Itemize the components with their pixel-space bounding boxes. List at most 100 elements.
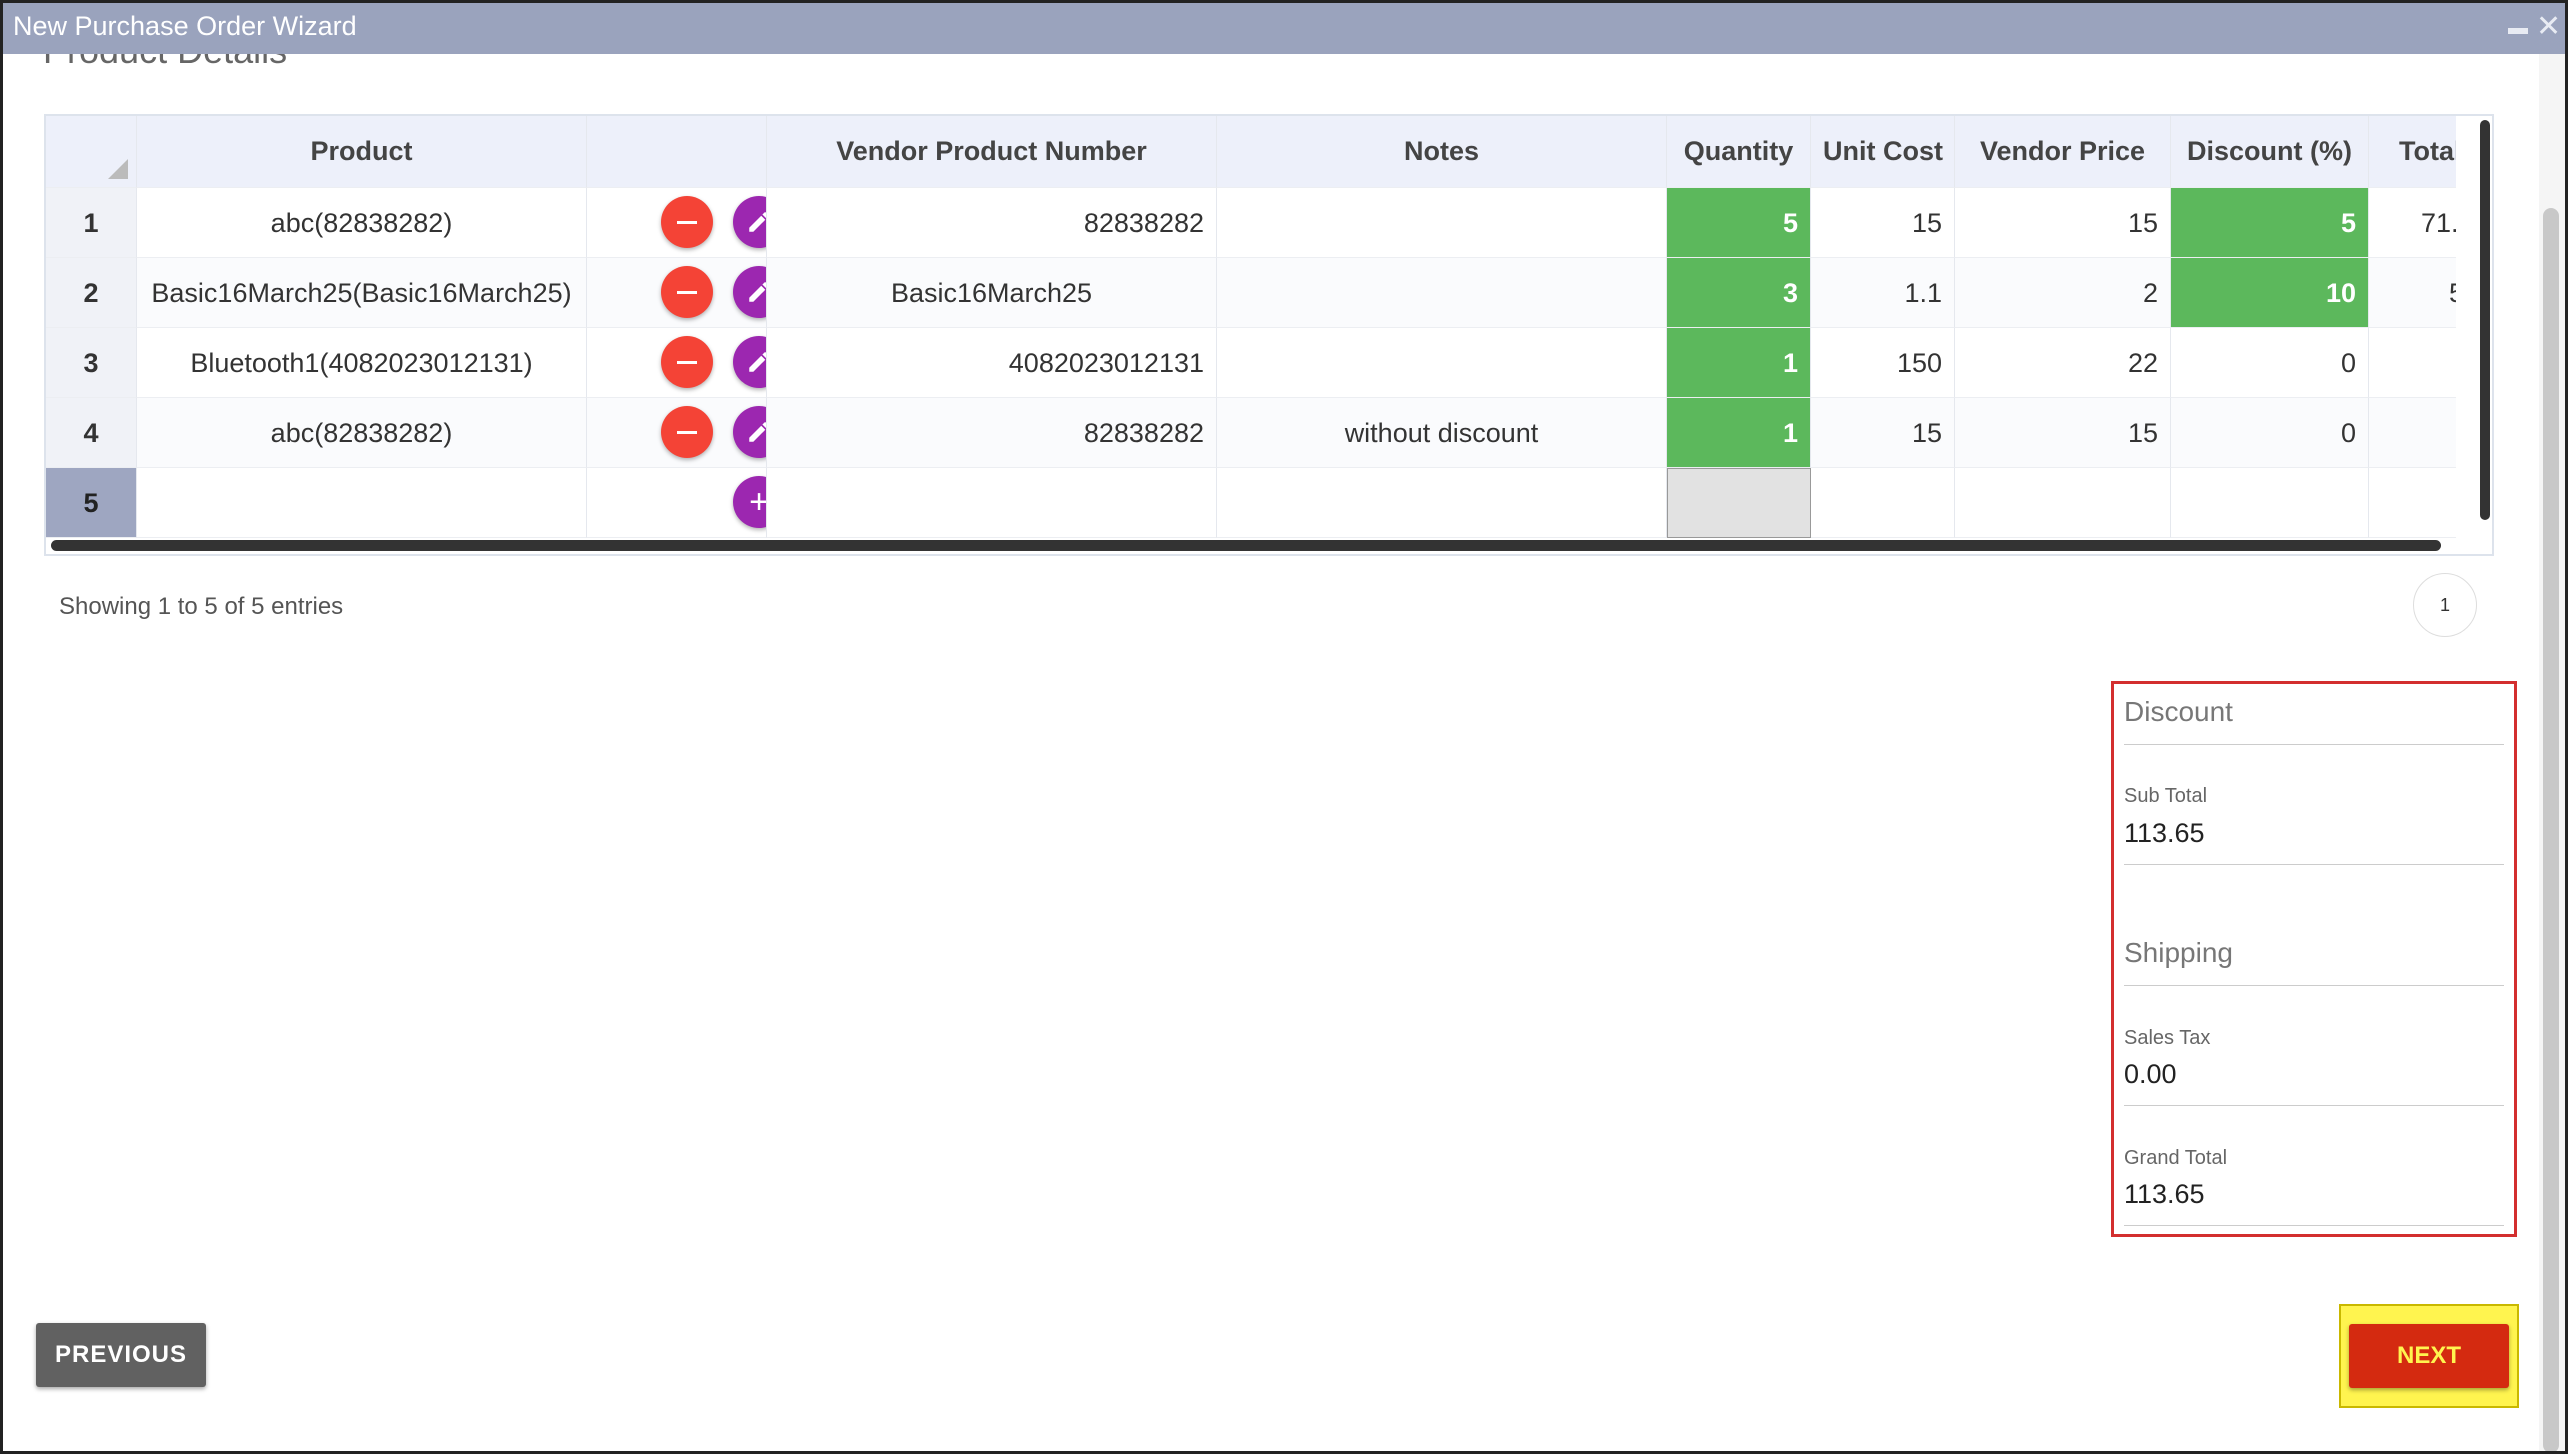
vendor-product-number-cell[interactable]: Basic16March25: [767, 258, 1217, 328]
row-number[interactable]: 2: [46, 258, 137, 328]
sales-tax-label: Sales Tax: [2124, 1027, 2211, 1049]
divider: [2124, 1225, 2504, 1226]
row-actions: [587, 328, 767, 398]
unit-cost-cell[interactable]: 15: [1811, 398, 1955, 468]
vendor-product-number-cell[interactable]: 4082023012131: [767, 328, 1217, 398]
quantity-cell[interactable]: [1667, 468, 1811, 538]
section-title: Product Details: [43, 54, 287, 71]
grid-viewport: Product Vendor Product Number Notes Quan…: [46, 116, 2456, 546]
row-actions: [587, 258, 767, 328]
quantity-cell[interactable]: 5: [1667, 188, 1811, 258]
total-cell: [2369, 468, 2456, 538]
edit-row-button[interactable]: [733, 406, 766, 458]
row-number[interactable]: 4: [46, 398, 137, 468]
col-header-discount[interactable]: Discount (%): [2171, 116, 2369, 188]
shipping-heading[interactable]: Shipping: [2124, 937, 2233, 969]
discount-cell[interactable]: 5: [2171, 188, 2369, 258]
purchase-order-wizard-window: New Purchase Order Wizard ▬ ✕ Product De…: [0, 0, 2568, 1454]
notes-cell[interactable]: [1217, 188, 1667, 258]
row-actions: [587, 398, 767, 468]
product-cell[interactable]: Basic16March25(Basic16March25): [137, 258, 587, 328]
minus-icon: [677, 220, 697, 224]
pencil-icon: [749, 282, 766, 302]
col-header-actions: [587, 116, 767, 188]
page-scrollbar-thumb[interactable]: [2543, 208, 2559, 1451]
unit-cost-cell[interactable]: 15: [1811, 188, 1955, 258]
vendor-product-number-cell[interactable]: [767, 468, 1217, 538]
row-number[interactable]: 1: [46, 188, 137, 258]
pencil-icon: [749, 422, 766, 442]
product-cell[interactable]: [137, 468, 587, 538]
title-bar: New Purchase Order Wizard ▬ ✕: [3, 3, 2565, 54]
unit-cost-cell[interactable]: [1811, 468, 1955, 538]
discount-cell[interactable]: 0: [2171, 328, 2369, 398]
product-cell[interactable]: Bluetooth1(4082023012131): [137, 328, 587, 398]
col-header-product[interactable]: Product: [137, 116, 587, 188]
grand-total-value: 113.65: [2124, 1179, 2205, 1209]
discount-cell[interactable]: [2171, 468, 2369, 538]
minus-icon: [677, 360, 697, 364]
unit-cost-cell[interactable]: 1.1: [1811, 258, 1955, 328]
vendor-product-number-cell[interactable]: 82838282: [767, 398, 1217, 468]
edit-row-button[interactable]: [733, 196, 766, 248]
edit-row-button[interactable]: [733, 336, 766, 388]
window-title: New Purchase Order Wizard: [13, 11, 357, 41]
plus-icon: +: [749, 483, 767, 521]
remove-row-button[interactable]: [661, 336, 713, 388]
vendor-price-cell[interactable]: 15: [1955, 188, 2171, 258]
col-header-quantity[interactable]: Quantity: [1667, 116, 1811, 188]
product-cell[interactable]: abc(82838282): [137, 188, 587, 258]
quantity-cell[interactable]: 1: [1667, 398, 1811, 468]
col-header-vendor-price[interactable]: Vendor Price: [1955, 116, 2171, 188]
order-summary-panel: Discount Sub Total 113.65 Shipping Sales…: [2111, 681, 2517, 1237]
select-all-triangle-icon: [108, 159, 128, 179]
close-icon[interactable]: ✕: [2536, 9, 2561, 44]
total-cell: 71.25: [2369, 188, 2456, 258]
quantity-cell[interactable]: 1: [1667, 328, 1811, 398]
notes-cell[interactable]: [1217, 328, 1667, 398]
edit-row-button[interactable]: [733, 266, 766, 318]
product-cell[interactable]: abc(82838282): [137, 398, 587, 468]
vendor-price-cell[interactable]: 2: [1955, 258, 2171, 328]
remove-row-button[interactable]: [661, 406, 713, 458]
discount-heading[interactable]: Discount: [2124, 696, 2233, 728]
sub-total-label: Sub Total: [2124, 785, 2208, 807]
next-button-highlight: NEXT: [2339, 1304, 2519, 1408]
vendor-price-cell[interactable]: 15: [1955, 398, 2171, 468]
col-header-vendor-product-number[interactable]: Vendor Product Number: [767, 116, 1217, 188]
remove-row-button[interactable]: [661, 266, 713, 318]
horizontal-scrollbar[interactable]: [51, 540, 2441, 551]
page-button-1[interactable]: 1: [2413, 573, 2477, 637]
quantity-cell[interactable]: 3: [1667, 258, 1811, 328]
col-header-unit-cost[interactable]: Unit Cost: [1811, 116, 1955, 188]
col-header-total[interactable]: Total: [2369, 116, 2456, 188]
vertical-scrollbar[interactable]: [2480, 120, 2490, 520]
product-grid: Product Vendor Product Number Notes Quan…: [44, 114, 2494, 556]
next-button[interactable]: NEXT: [2349, 1324, 2509, 1388]
col-header-notes[interactable]: Notes: [1217, 116, 1667, 188]
divider: [2124, 744, 2504, 745]
total-cell: 22: [2369, 328, 2456, 398]
vendor-price-cell[interactable]: [1955, 468, 2171, 538]
minus-icon: [677, 290, 697, 294]
notes-cell[interactable]: [1217, 258, 1667, 328]
pencil-icon: [749, 212, 766, 232]
total-cell: 15: [2369, 398, 2456, 468]
divider: [2124, 1105, 2504, 1106]
notes-cell[interactable]: [1217, 468, 1667, 538]
add-row-button[interactable]: +: [733, 476, 767, 528]
discount-cell[interactable]: 0: [2171, 398, 2369, 468]
notes-cell[interactable]: without discount: [1217, 398, 1667, 468]
discount-cell[interactable]: 10: [2171, 258, 2369, 328]
grid-corner[interactable]: [46, 116, 137, 188]
minimize-icon[interactable]: ▬: [2508, 17, 2528, 40]
vendor-price-cell[interactable]: 22: [1955, 328, 2171, 398]
unit-cost-cell[interactable]: 150: [1811, 328, 1955, 398]
row-number[interactable]: 5: [46, 468, 137, 538]
sub-total-value: 113.65: [2124, 818, 2205, 848]
row-actions: +: [587, 468, 767, 538]
row-number[interactable]: 3: [46, 328, 137, 398]
remove-row-button[interactable]: [661, 196, 713, 248]
previous-button[interactable]: PREVIOUS: [36, 1323, 206, 1387]
vendor-product-number-cell[interactable]: 82838282: [767, 188, 1217, 258]
